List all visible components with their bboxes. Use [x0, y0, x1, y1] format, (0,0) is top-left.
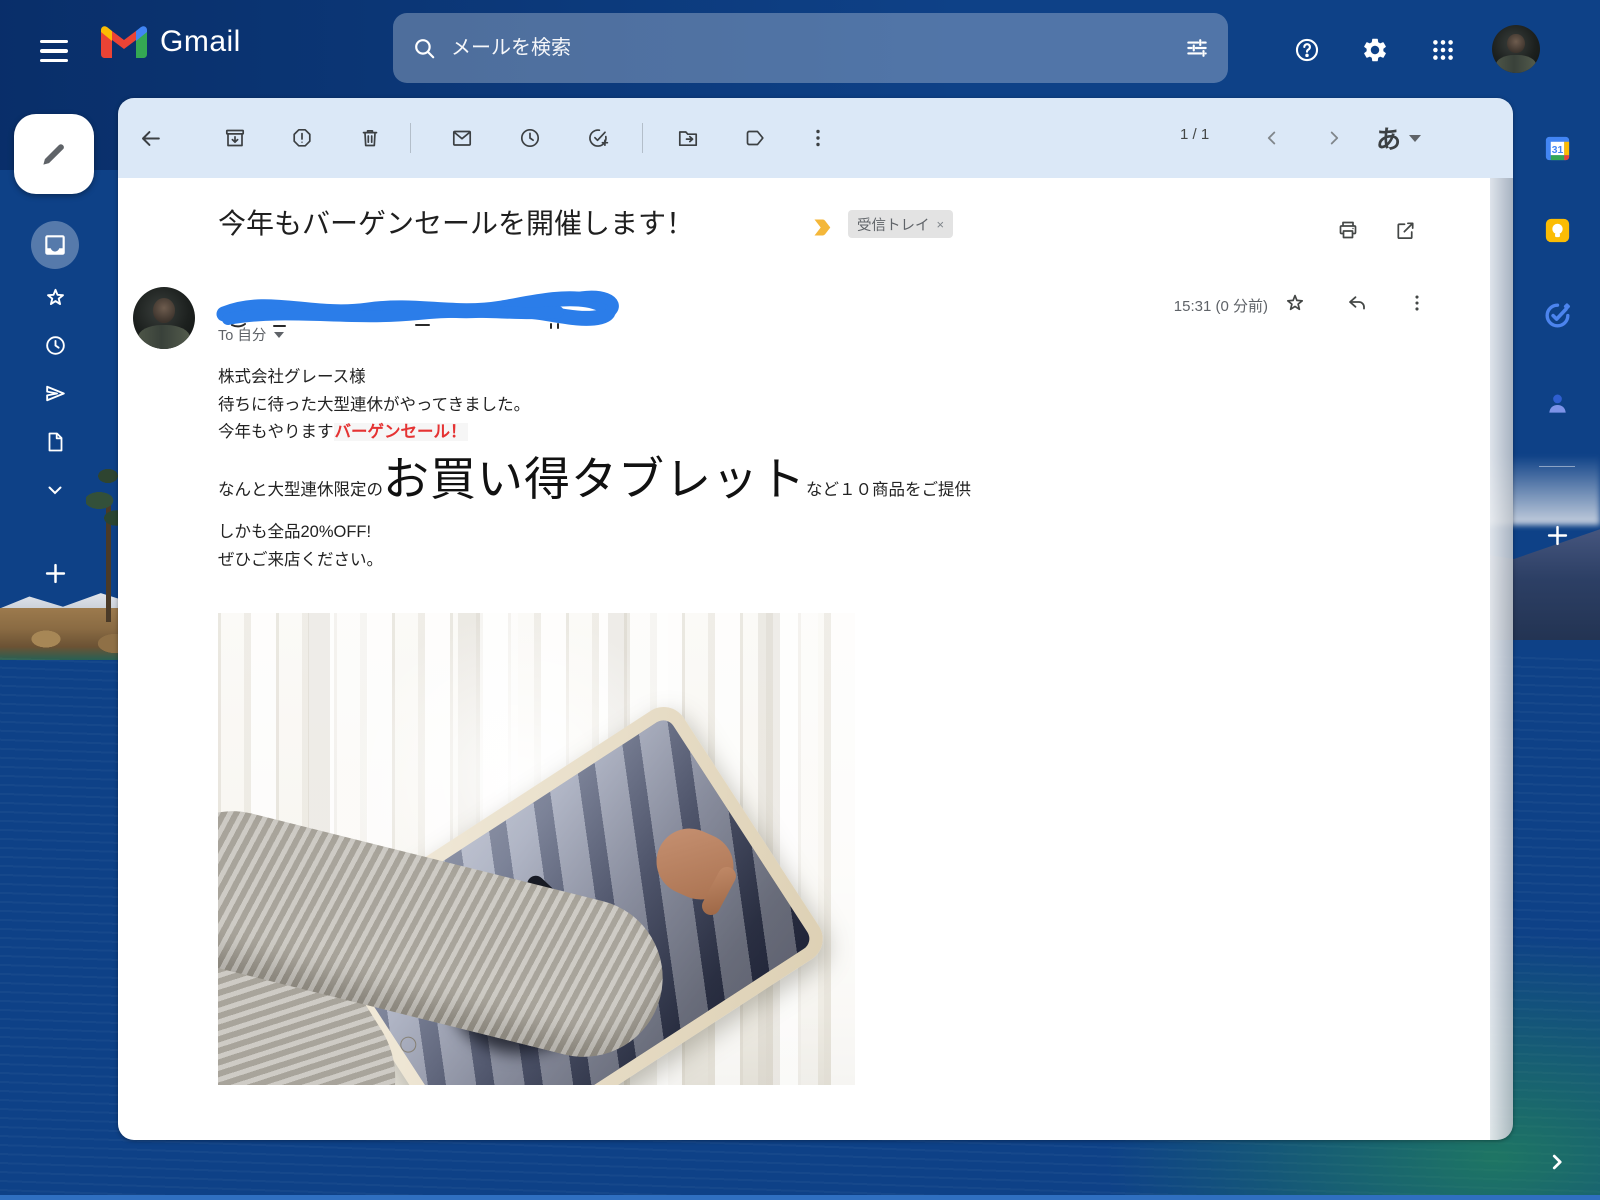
gmail-header: Gmail — [0, 0, 1600, 100]
details-caret-icon[interactable] — [274, 332, 284, 338]
big-promo-text: お買い得タブレット — [383, 453, 806, 505]
svg-text:31: 31 — [1551, 144, 1563, 155]
body-line: しかも全品20%OFF! — [218, 519, 1318, 547]
chevron-down-icon — [43, 478, 67, 502]
sidebar-item-snoozed[interactable] — [31, 321, 79, 369]
ime-label: あ — [1376, 120, 1401, 156]
get-addons-button[interactable] — [1540, 518, 1574, 552]
plus-icon — [1544, 522, 1571, 549]
mark-unread-icon[interactable] — [440, 116, 484, 160]
tasks-icon[interactable] — [1540, 298, 1574, 332]
email-timestamp: 15:31 (0 分前) — [1118, 295, 1268, 316]
sidebar-item-more[interactable] — [31, 466, 79, 514]
search-bar[interactable] — [393, 13, 1228, 83]
more-options-icon[interactable] — [796, 116, 840, 160]
label-remove-icon[interactable]: × — [937, 217, 945, 232]
toolbar-separator — [642, 123, 643, 153]
importance-marker-icon[interactable] — [813, 218, 837, 237]
email-body: 株式会社グレース様 待ちに待った大型連休がやってきました。 今年もやりますバーゲ… — [218, 364, 1318, 574]
reply-icon[interactable] — [1335, 281, 1379, 325]
sidebar-add-label[interactable] — [31, 549, 79, 597]
chevron-right-icon — [1546, 1151, 1568, 1173]
snooze-icon[interactable] — [508, 116, 552, 160]
compose-pencil-icon — [39, 139, 69, 169]
label-icon[interactable] — [733, 116, 777, 160]
scrollbar[interactable] — [1490, 178, 1513, 1140]
to-label: To 自分 — [218, 324, 266, 345]
tune-icon[interactable] — [1184, 35, 1210, 61]
email-photo — [218, 613, 855, 1085]
inbox-label-chip[interactable]: 受信トレイ × — [848, 210, 953, 238]
gmail-logo: Gmail — [100, 24, 241, 60]
body-line: 今年もやりますバーゲンセール！ — [218, 419, 1318, 447]
sidebar-item-inbox[interactable] — [31, 221, 79, 269]
sidebar-item-sent[interactable] — [31, 369, 79, 417]
mail-content: 今年もバーゲンセールを開催します！ 受信トレイ × To 自分 — [118, 178, 1490, 1140]
gmail-m-icon — [100, 24, 148, 60]
message-more-icon[interactable] — [1395, 281, 1439, 325]
send-icon — [43, 381, 68, 406]
help-icon[interactable] — [1283, 26, 1331, 74]
calendar-icon[interactable]: 31 — [1540, 131, 1574, 165]
sidebar-item-drafts[interactable] — [31, 418, 79, 466]
add-to-tasks-icon[interactable] — [576, 116, 620, 160]
label-chip-text: 受信トレイ — [857, 214, 930, 235]
sender-avatar[interactable] — [133, 287, 195, 349]
show-side-panel-chevron[interactable] — [1537, 1142, 1577, 1182]
document-icon — [43, 430, 67, 454]
settings-gear-icon[interactable] — [1351, 26, 1399, 74]
print-icon[interactable] — [1326, 208, 1370, 252]
back-arrow-icon[interactable] — [128, 116, 172, 160]
side-panel-divider — [1539, 466, 1575, 467]
plus-icon — [42, 560, 69, 587]
delete-icon[interactable] — [348, 116, 392, 160]
inbox-icon — [42, 232, 68, 258]
body-line: 待ちに待った大型連休がやってきました。 — [218, 392, 1318, 420]
screen-bottom-edge — [0, 1195, 1600, 1200]
star-message-icon[interactable] — [1273, 281, 1317, 325]
body-line: 株式会社グレース様 — [218, 364, 1318, 392]
older-chevron-icon[interactable] — [1312, 116, 1356, 160]
body-line: ぜひご来店ください。 — [218, 547, 1318, 575]
gmail-app: { "app": { "name": "Gmail" }, "header": … — [0, 0, 1600, 1200]
email-subject: 今年もバーゲンセールを開催します！ — [218, 202, 694, 242]
caret-down-icon — [1409, 135, 1421, 142]
gmail-wordmark: Gmail — [160, 25, 241, 59]
input-method-selector[interactable]: あ — [1376, 120, 1421, 156]
mail-toolbar: 1 / 1 あ — [118, 98, 1513, 178]
open-in-new-icon[interactable] — [1383, 208, 1427, 252]
account-avatar[interactable] — [1492, 25, 1540, 73]
move-to-icon[interactable] — [666, 116, 710, 160]
pagination-indicator: 1 / 1 — [1180, 126, 1209, 143]
keep-icon[interactable] — [1540, 213, 1574, 247]
star-icon — [43, 285, 68, 310]
red-highlight-text: バーゲンセール！ — [334, 423, 468, 441]
body-big-line: なんと大型連休限定のお買い得タブレットなど１０商品をご提供 — [218, 466, 1318, 505]
search-icon[interactable] — [411, 35, 437, 61]
apps-grid-icon[interactable] — [1419, 26, 1467, 74]
main-menu-icon[interactable] — [30, 33, 78, 69]
sidebar-item-starred[interactable] — [31, 273, 79, 321]
recipient-line[interactable]: To 自分 — [218, 324, 284, 345]
report-spam-icon[interactable] — [280, 116, 324, 160]
mail-view-card: 1 / 1 あ 今年もバーゲンセールを開催します！ 受信トレイ × — [118, 98, 1513, 1140]
newer-chevron-icon[interactable] — [1250, 116, 1294, 160]
toolbar-separator — [410, 123, 411, 153]
clock-icon — [43, 333, 68, 358]
contacts-icon[interactable] — [1540, 386, 1574, 420]
compose-button[interactable] — [14, 114, 94, 194]
search-input[interactable] — [451, 37, 1170, 60]
archive-icon[interactable] — [213, 116, 257, 160]
